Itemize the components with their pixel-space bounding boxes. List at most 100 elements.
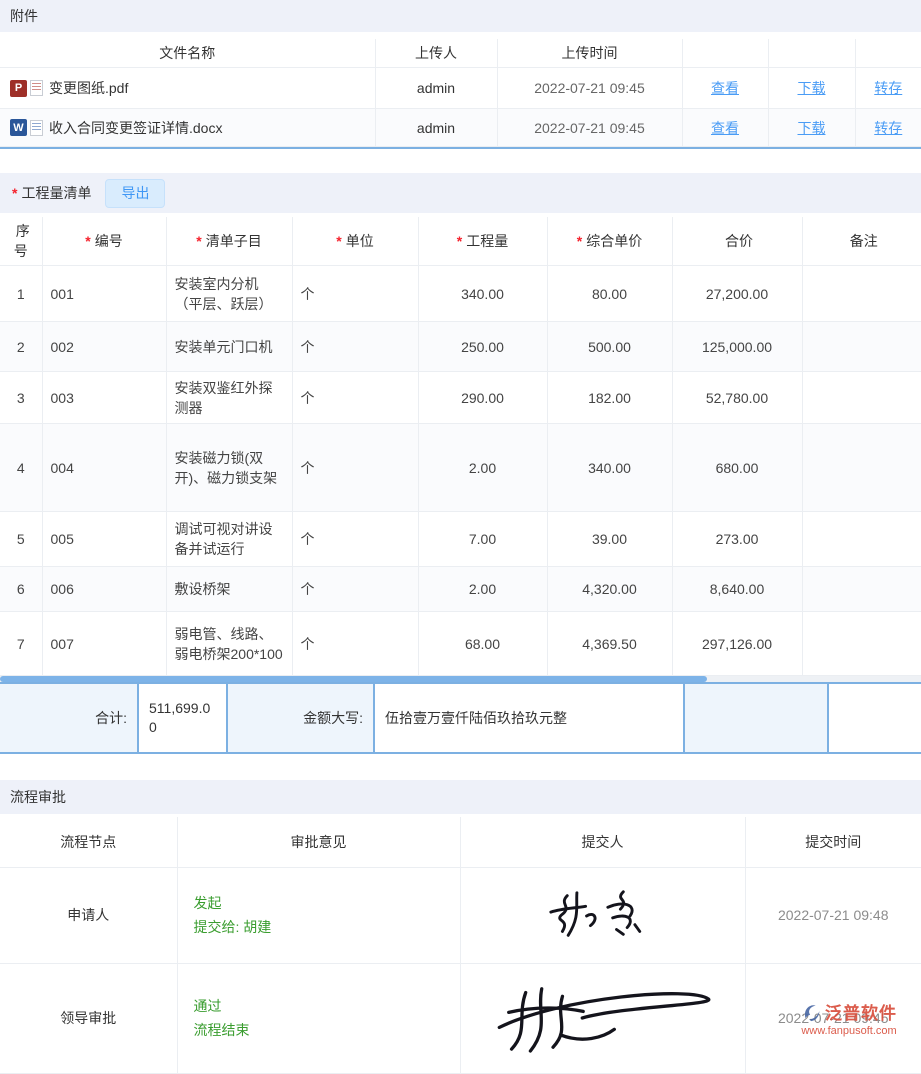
cell-unit: 个 <box>292 372 418 424</box>
boq-table: 序号 *编号 *清单子目 *单位 *工程量 *综合单价 合价 备注 1 001 … <box>0 217 921 676</box>
cell-remark <box>802 512 921 567</box>
amount-in-words-value: 伍拾壹万壹仟陆佰玖拾玖元整 <box>375 684 685 752</box>
col-flow-node: 流程节点 <box>0 817 177 867</box>
opinion-line: 发起 <box>194 891 452 915</box>
cell-no: 4 <box>0 424 42 512</box>
transfer-link[interactable]: 转存 <box>874 120 902 136</box>
cell-item: 安装磁力锁(双开)、磁力锁支架 <box>166 424 292 512</box>
amount-in-words-label: 金额大写: <box>228 684 375 752</box>
view-link[interactable]: 查看 <box>711 120 739 136</box>
cell-qty: 250.00 <box>418 322 547 372</box>
cell-unit: 个 <box>292 512 418 567</box>
watermark-brand: 泛普软件 <box>825 999 897 1024</box>
cell-item: 敷设桥架 <box>166 567 292 612</box>
watermark-url: www.fanpusoft.com <box>779 1025 919 1037</box>
opinion-line: 流程结束 <box>194 1018 452 1042</box>
col-item: *清单子目 <box>166 217 292 266</box>
download-link[interactable]: 下载 <box>798 80 826 96</box>
col-submitter: 提交人 <box>460 817 745 867</box>
word-page-icon <box>30 120 43 136</box>
scrollbar-thumb[interactable] <box>0 676 707 682</box>
cell-code: 005 <box>42 512 166 567</box>
col-qty: *工程量 <box>418 217 547 266</box>
boq-row: 1 001 安装室内分机（平层、跃层） 个 340.00 80.00 27,20… <box>0 266 921 322</box>
cell-item: 弱电管、线路、弱电桥架200*100 <box>166 612 292 676</box>
cell-code: 001 <box>42 266 166 322</box>
boq-row: 7 007 弱电管、线路、弱电桥架200*100 个 68.00 4,369.5… <box>0 612 921 676</box>
cell-price: 80.00 <box>547 266 672 322</box>
cell-item: 调试可视对讲设备并试运行 <box>166 512 292 567</box>
attachments-title: 附件 <box>10 6 38 26</box>
cell-item: 安装单元门口机 <box>166 322 292 372</box>
download-link[interactable]: 下载 <box>798 120 826 136</box>
approval-header-row: 流程节点 审批意见 提交人 提交时间 <box>0 817 921 867</box>
cell-total: 297,126.00 <box>672 612 802 676</box>
uploader: admin <box>375 68 497 109</box>
boq-row: 2 002 安装单元门口机 个 250.00 500.00 125,000.00 <box>0 322 921 372</box>
boq-totals-row: 合计: 511,699.00 金额大写: 伍拾壹万壹仟陆佰玖拾玖元整 <box>0 682 921 754</box>
cell-remark <box>802 612 921 676</box>
attachments-header-row: 文件名称 上传人 上传时间 <box>0 39 921 68</box>
view-link[interactable]: 查看 <box>711 80 739 96</box>
approval-title: 流程审批 <box>10 787 66 807</box>
cell-remark <box>802 266 921 322</box>
cell-qty: 2.00 <box>418 567 547 612</box>
transfer-link[interactable]: 转存 <box>874 80 902 96</box>
cell-price: 500.00 <box>547 322 672 372</box>
cell-unit: 个 <box>292 612 418 676</box>
cell-total: 680.00 <box>672 424 802 512</box>
col-remark: 备注 <box>802 217 921 266</box>
col-action-1 <box>682 39 768 68</box>
zhang-xin-signature <box>460 867 745 963</box>
attachments-section-bar: 附件 <box>0 0 921 32</box>
cell-total: 125,000.00 <box>672 322 802 372</box>
opinion-line: 提交给: 胡建 <box>194 915 452 939</box>
export-button[interactable]: 导出 <box>105 179 165 208</box>
cell-code: 004 <box>42 424 166 512</box>
total-label: 合计: <box>0 684 139 752</box>
boq-title: 工程量清单 <box>21 183 91 203</box>
submit-time: 2022-07-21 09:48 <box>745 867 921 963</box>
cell-qty: 290.00 <box>418 372 547 424</box>
col-code: *编号 <box>42 217 166 266</box>
col-no: 序号 <box>0 217 42 266</box>
flow-node: 领导审批 <box>0 963 177 1073</box>
boq-row: 3 003 安装双鉴红外探测器 个 290.00 182.00 52,780.0… <box>0 372 921 424</box>
cell-unit: 个 <box>292 322 418 372</box>
horizontal-scrollbar <box>0 676 921 682</box>
vendor-watermark: 泛普软件 www.fanpusoft.com <box>779 999 919 1037</box>
cell-code: 003 <box>42 372 166 424</box>
cell-remark <box>802 424 921 512</box>
cell-total: 8,640.00 <box>672 567 802 612</box>
cell-unit: 个 <box>292 424 418 512</box>
file-name: 收入合同变更签证详情.docx <box>49 118 222 138</box>
upload-time: 2022-07-21 09:45 <box>497 109 682 147</box>
cell-qty: 68.00 <box>418 612 547 676</box>
cell-total: 52,780.00 <box>672 372 802 424</box>
cell-remark <box>802 567 921 612</box>
flow-node: 申请人 <box>0 867 177 963</box>
approval-row: 申请人 发起 提交给: 胡建 2022-07-21 09:48 <box>0 867 921 963</box>
uploader: admin <box>375 109 497 147</box>
word-file-icon: W <box>10 119 27 136</box>
pdf-page-icon <box>30 80 43 96</box>
cell-price: 4,369.50 <box>547 612 672 676</box>
cell-no: 5 <box>0 512 42 567</box>
boq-row: 4 004 安装磁力锁(双开)、磁力锁支架 个 2.00 340.00 680.… <box>0 424 921 512</box>
boq-row: 6 006 敷设桥架 个 2.00 4,320.00 8,640.00 <box>0 567 921 612</box>
cell-remark <box>802 372 921 424</box>
col-upload-time: 上传时间 <box>497 39 682 68</box>
cell-no: 3 <box>0 372 42 424</box>
cell-no: 2 <box>0 322 42 372</box>
pdf-file-icon: P <box>10 80 27 97</box>
cell-no: 7 <box>0 612 42 676</box>
boq-section-bar: * 工程量清单 导出 <box>0 173 921 213</box>
cell-total: 27,200.00 <box>672 266 802 322</box>
attachments-table: 文件名称 上传人 上传时间 P 变更图纸.pdf admin 2022-07-2… <box>0 39 921 149</box>
cell-remark <box>802 322 921 372</box>
cell-qty: 340.00 <box>418 266 547 322</box>
cell-no: 6 <box>0 567 42 612</box>
cell-price: 182.00 <box>547 372 672 424</box>
attachment-row: W 收入合同变更签证详情.docx admin 2022-07-21 09:45… <box>0 109 921 147</box>
upload-time: 2022-07-21 09:45 <box>497 68 682 109</box>
